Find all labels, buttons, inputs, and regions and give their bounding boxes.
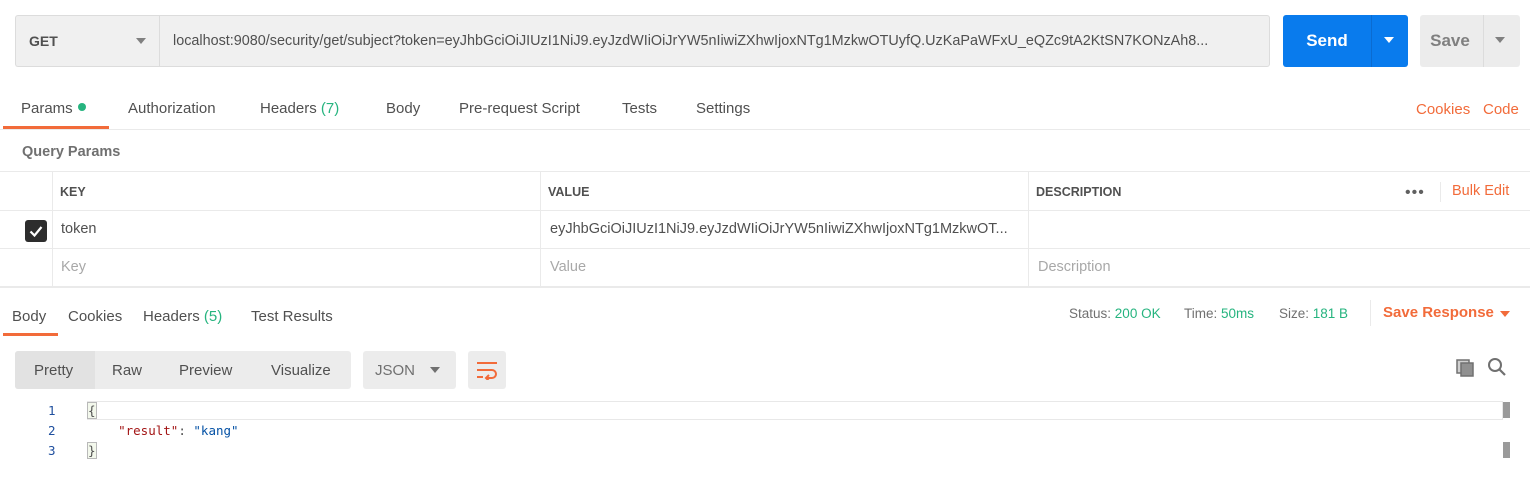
status-label: Status: bbox=[1069, 306, 1112, 321]
json-value: "kang" bbox=[193, 423, 239, 438]
tab-pre-request-script[interactable]: Pre-request Script bbox=[459, 100, 580, 117]
modified-dot-icon bbox=[77, 103, 86, 111]
query-params-table: KEY VALUE DESCRIPTION ••• Bulk Edit toke… bbox=[0, 171, 1530, 287]
tab-settings[interactable]: Settings bbox=[696, 100, 750, 117]
chevron-down-icon[interactable] bbox=[1495, 37, 1505, 43]
chevron-down-icon bbox=[430, 367, 440, 373]
time-info: Time: 50ms bbox=[1184, 306, 1254, 321]
scrollbar-marker[interactable] bbox=[1503, 442, 1510, 458]
code-link[interactable]: Code bbox=[1483, 101, 1519, 118]
save-label: Save bbox=[1430, 31, 1470, 50]
status-divider bbox=[1370, 300, 1371, 326]
format-pretty-button[interactable]: Pretty bbox=[34, 362, 73, 379]
tab-response-cookies[interactable]: Cookies bbox=[68, 308, 122, 325]
tab-test-results[interactable]: Test Results bbox=[251, 308, 333, 325]
format-preview-button[interactable]: Preview bbox=[179, 362, 232, 379]
tab-response-headers-label: Headers bbox=[143, 308, 200, 325]
line-number: 1 bbox=[48, 403, 56, 418]
tab-response-body[interactable]: Body bbox=[12, 308, 46, 325]
active-tab-indicator bbox=[3, 126, 109, 129]
bulk-divider bbox=[1440, 182, 1441, 202]
new-value-input[interactable]: Value bbox=[550, 259, 586, 275]
search-icon[interactable] bbox=[1487, 357, 1507, 377]
close-brace: } bbox=[87, 442, 97, 459]
request-tabs: Params Authorization Headers (7) Body Pr… bbox=[0, 88, 1530, 130]
size-value[interactable]: 181 B bbox=[1313, 306, 1348, 321]
scrollbar-marker[interactable] bbox=[1503, 402, 1510, 418]
format-toggle-group: Pretty Raw Preview Visualize bbox=[15, 351, 351, 389]
tab-headers-count: (7) bbox=[320, 100, 340, 117]
json-colon: : bbox=[178, 423, 194, 438]
request-bar: GET localhost:9080/security/get/subject?… bbox=[15, 15, 1520, 67]
url-input[interactable]: localhost:9080/security/get/subject?toke… bbox=[159, 15, 1270, 67]
status-value[interactable]: 200 OK bbox=[1115, 306, 1161, 321]
line-number: 3 bbox=[48, 443, 56, 458]
send-divider bbox=[1371, 15, 1372, 67]
time-label: Time: bbox=[1184, 306, 1218, 321]
size-label: Size: bbox=[1279, 306, 1310, 321]
more-dots-icon[interactable]: ••• bbox=[1405, 184, 1425, 202]
cookies-link[interactable]: Cookies bbox=[1416, 101, 1470, 118]
wrap-lines-button[interactable] bbox=[468, 351, 506, 389]
line-number: 2 bbox=[48, 423, 56, 438]
open-brace: { bbox=[87, 402, 97, 419]
tab-body[interactable]: Body bbox=[386, 100, 420, 117]
param-key-cell[interactable]: token bbox=[61, 221, 96, 237]
format-visualize-button[interactable]: Visualize bbox=[271, 362, 331, 379]
new-key-input[interactable]: Key bbox=[61, 259, 86, 275]
tab-params[interactable]: Params bbox=[21, 100, 86, 117]
chevron-down-icon bbox=[136, 38, 146, 44]
checkbox-checked-icon[interactable] bbox=[25, 220, 47, 242]
copy-icon[interactable] bbox=[1455, 358, 1475, 378]
code-line-3: } bbox=[87, 442, 97, 459]
format-raw-button[interactable]: Raw bbox=[112, 362, 142, 379]
response-tabs: Body Cookies Headers (5) Test Results St… bbox=[0, 296, 1530, 336]
save-button[interactable]: Save bbox=[1420, 15, 1520, 67]
status-info: Status: 200 OK bbox=[1069, 306, 1161, 321]
send-label: Send bbox=[1306, 31, 1348, 50]
query-params-title: Query Params bbox=[22, 144, 121, 160]
tab-response-headers-count: (5) bbox=[203, 308, 223, 325]
code-line-1: { bbox=[87, 402, 97, 419]
language-select[interactable]: JSON bbox=[363, 351, 456, 389]
column-header-key: KEY bbox=[60, 185, 86, 199]
chevron-down-icon[interactable] bbox=[1384, 37, 1394, 43]
response-body-editor[interactable]: 1 2 3 { "result": "kang" } bbox=[15, 400, 1518, 479]
code-line-2: "result": "kang" bbox=[88, 423, 239, 438]
send-button[interactable]: Send bbox=[1283, 15, 1408, 67]
chevron-down-icon[interactable] bbox=[1500, 311, 1510, 317]
column-header-value: VALUE bbox=[548, 185, 590, 199]
method-value: GET bbox=[29, 33, 58, 49]
tab-tests[interactable]: Tests bbox=[622, 100, 657, 117]
tab-headers-label: Headers bbox=[260, 100, 317, 117]
tab-headers[interactable]: Headers (7) bbox=[260, 100, 339, 117]
param-value-cell[interactable]: eyJhbGciOiJIUzI1NiJ9.eyJzdWIiOiJrYW5nIiw… bbox=[550, 221, 1022, 237]
response-divider bbox=[0, 287, 1530, 288]
save-response-button[interactable]: Save Response bbox=[1383, 304, 1494, 321]
size-info: Size: 181 B bbox=[1279, 306, 1348, 321]
wrap-lines-icon bbox=[477, 362, 497, 380]
table-header-row: KEY VALUE DESCRIPTION ••• Bulk Edit bbox=[0, 172, 1530, 211]
url-value: localhost:9080/security/get/subject?toke… bbox=[173, 33, 1209, 49]
active-line-highlight bbox=[87, 401, 1503, 420]
tab-authorization[interactable]: Authorization bbox=[128, 100, 216, 117]
save-divider bbox=[1483, 15, 1484, 67]
bulk-edit-link[interactable]: Bulk Edit bbox=[1452, 183, 1509, 199]
tab-response-headers[interactable]: Headers (5) bbox=[143, 308, 222, 325]
json-key: "result" bbox=[118, 423, 179, 438]
time-value[interactable]: 50ms bbox=[1221, 306, 1254, 321]
column-header-description: DESCRIPTION bbox=[1036, 185, 1122, 199]
language-value: JSON bbox=[375, 362, 416, 379]
tab-params-label: Params bbox=[21, 100, 73, 117]
method-select[interactable]: GET bbox=[15, 15, 159, 67]
new-description-input[interactable]: Description bbox=[1038, 259, 1111, 275]
table-row-empty bbox=[0, 249, 1530, 287]
active-tab-indicator bbox=[3, 333, 58, 336]
